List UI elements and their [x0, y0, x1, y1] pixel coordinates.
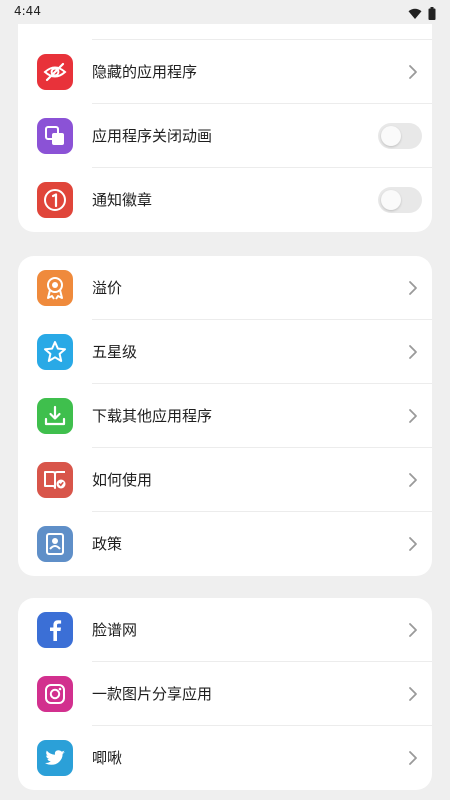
download-icon: [37, 398, 73, 434]
instagram-icon: [37, 676, 73, 712]
row-label: 溢价: [92, 279, 123, 297]
row-twitter[interactable]: 唧啾: [18, 726, 432, 790]
row-premium[interactable]: 溢价: [18, 256, 432, 320]
status-bar: 4:44: [0, 0, 450, 24]
row-label: 五星级: [92, 343, 138, 361]
row-label: 应用程序关闭动画: [92, 127, 213, 145]
row-facebook[interactable]: 脸谱网: [18, 598, 432, 662]
chevron-right-icon: [409, 65, 417, 79]
toggle-knob: [381, 190, 401, 210]
chevron-right-icon: [409, 473, 417, 487]
row-label: 隐藏的应用程序: [92, 63, 198, 81]
row-label: 脸谱网: [92, 621, 138, 639]
eye-slash-icon: [37, 54, 73, 90]
wifi-icon: [408, 5, 422, 24]
chevron-right-icon: [409, 623, 417, 637]
twitter-bird-icon: [37, 740, 73, 776]
row-label: 如何使用: [92, 471, 153, 489]
facebook-icon: [37, 612, 73, 648]
row-instagram[interactable]: 一款图片分享应用: [18, 662, 432, 726]
award-ribbon-icon: [37, 270, 73, 306]
notification-badge-toggle[interactable]: [378, 187, 422, 213]
settings-group-about: 溢价 五星级 下载其他应用程序 如何使用 政策: [18, 256, 432, 576]
chevron-right-icon: [409, 345, 417, 359]
badge-number-one-icon: [37, 182, 73, 218]
row-label: 一款图片分享应用: [92, 685, 213, 703]
stacked-windows-icon: [37, 118, 73, 154]
status-icons: [408, 5, 436, 24]
row-close-animation[interactable]: 应用程序关闭动画: [18, 104, 432, 168]
row-hidden-apps[interactable]: 隐藏的应用程序: [18, 40, 432, 104]
guide-book-icon: [37, 462, 73, 498]
toggle-knob: [381, 126, 401, 146]
chevron-right-icon: [409, 537, 417, 551]
close-animation-toggle[interactable]: [378, 123, 422, 149]
chevron-right-icon: [409, 281, 417, 295]
row-label: 下载其他应用程序: [92, 407, 213, 425]
row-download-apps[interactable]: 下载其他应用程序: [18, 384, 432, 448]
chevron-right-icon: [409, 751, 417, 765]
chevron-right-icon: [409, 409, 417, 423]
policy-document-icon: [37, 526, 73, 562]
status-time: 4:44: [14, 4, 41, 18]
row-policy[interactable]: 政策: [18, 512, 432, 576]
row-notification-badge[interactable]: 通知徽章: [18, 168, 432, 232]
row-label: 唧啾: [92, 749, 123, 767]
settings-group-social: 脸谱网 一款图片分享应用 唧啾: [18, 598, 432, 790]
settings-group-display: 隐藏的应用程序 应用程序关闭动画 通知徽章: [18, 0, 432, 232]
row-label: 通知徽章: [92, 191, 153, 209]
row-five-star[interactable]: 五星级: [18, 320, 432, 384]
battery-icon: [428, 5, 436, 24]
chevron-right-icon: [409, 687, 417, 701]
row-label: 政策: [92, 535, 123, 553]
row-how-to-use[interactable]: 如何使用: [18, 448, 432, 512]
star-icon: [37, 334, 73, 370]
